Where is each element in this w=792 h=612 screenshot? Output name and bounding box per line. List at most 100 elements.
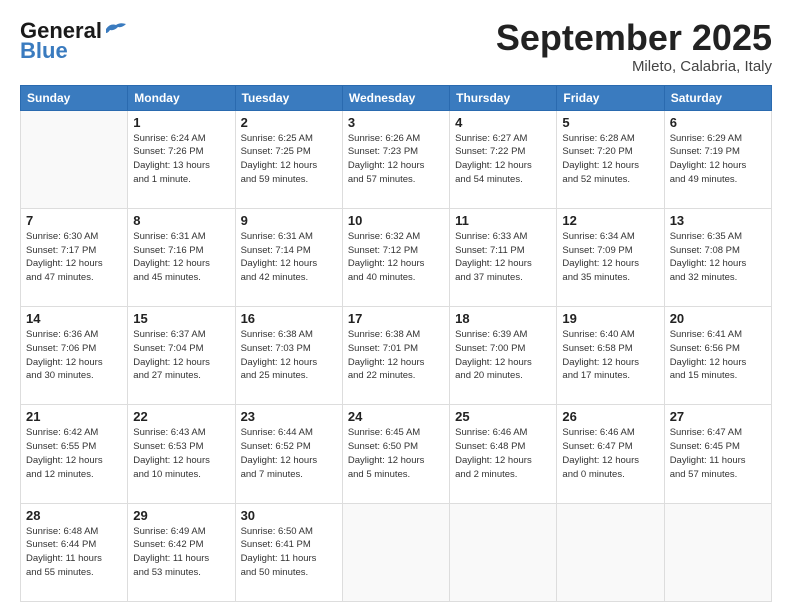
calendar-cell: 13Sunrise: 6:35 AM Sunset: 7:08 PM Dayli…	[664, 208, 771, 306]
calendar-week-row: 1 Sunrise: 6:24 AM Sunset: 7:26 PM Daylig…	[21, 110, 772, 208]
calendar-cell: 11 Sunrise: 6:33 AM Sunset: 7:11 PM Dayli…	[450, 208, 557, 306]
day-number: 22	[133, 409, 229, 424]
day-info: Sunrise: 6:26 AM Sunset: 7:23 PM Dayligh…	[348, 132, 444, 187]
calendar-cell: 14Sunrise: 6:36 AM Sunset: 7:06 PM Dayli…	[21, 307, 128, 405]
day-info: Sunrise: 6:24 AM Sunset: 7:26 PM Dayligh…	[133, 132, 229, 187]
day-info: Sunrise: 6:43 AM Sunset: 6:53 PM Dayligh…	[133, 426, 229, 481]
day-number: 19	[562, 311, 658, 326]
day-number: 11	[455, 213, 551, 228]
calendar-cell: 24Sunrise: 6:45 AM Sunset: 6:50 PM Dayli…	[342, 405, 449, 503]
day-number: 8	[133, 213, 229, 228]
day-info: Sunrise: 6:34 AM Sunset: 7:09 PM Dayligh…	[562, 230, 658, 285]
calendar-header-saturday: Saturday	[664, 85, 771, 110]
calendar-cell: 25 Sunrise: 6:46 AM Sunset: 6:48 PM Dayli…	[450, 405, 557, 503]
calendar-cell: 15Sunrise: 6:37 AM Sunset: 7:04 PM Dayli…	[128, 307, 235, 405]
day-number: 7	[26, 213, 122, 228]
day-number: 24	[348, 409, 444, 424]
calendar-header-friday: Friday	[557, 85, 664, 110]
day-info: Sunrise: 6:40 AM Sunset: 6:58 PM Dayligh…	[562, 328, 658, 383]
day-number: 30	[241, 508, 337, 523]
day-number: 2	[241, 115, 337, 130]
day-info: Sunrise: 6:38 AM Sunset: 7:01 PM Dayligh…	[348, 328, 444, 383]
calendar-week-row: 21Sunrise: 6:42 AM Sunset: 6:55 PM Dayli…	[21, 405, 772, 503]
day-number: 15	[133, 311, 229, 326]
day-number: 25	[455, 409, 551, 424]
calendar-cell: 26 Sunrise: 6:46 AM Sunset: 6:47 PM Dayli…	[557, 405, 664, 503]
calendar-header-row: SundayMondayTuesdayWednesdayThursdayFrid…	[21, 85, 772, 110]
calendar-cell	[21, 110, 128, 208]
calendar-cell: 22 Sunrise: 6:43 AM Sunset: 6:53 PM Dayli…	[128, 405, 235, 503]
calendar-cell: 7 Sunrise: 6:30 AM Sunset: 7:17 PM Daylig…	[21, 208, 128, 306]
calendar-cell: 9 Sunrise: 6:31 AM Sunset: 7:14 PM Daylig…	[235, 208, 342, 306]
day-number: 17	[348, 311, 444, 326]
day-number: 5	[562, 115, 658, 130]
calendar-cell: 30 Sunrise: 6:50 AM Sunset: 6:41 PM Dayli…	[235, 503, 342, 601]
calendar-cell: 17 Sunrise: 6:38 AM Sunset: 7:01 PM Dayli…	[342, 307, 449, 405]
calendar-cell: 12 Sunrise: 6:34 AM Sunset: 7:09 PM Dayli…	[557, 208, 664, 306]
subtitle: Mileto, Calabria, Italy	[496, 58, 772, 75]
day-info: Sunrise: 6:38 AM Sunset: 7:03 PM Dayligh…	[241, 328, 337, 383]
day-number: 28	[26, 508, 122, 523]
calendar-cell: 20Sunrise: 6:41 AM Sunset: 6:56 PM Dayli…	[664, 307, 771, 405]
day-info: Sunrise: 6:32 AM Sunset: 7:12 PM Dayligh…	[348, 230, 444, 285]
day-number: 13	[670, 213, 766, 228]
day-number: 6	[670, 115, 766, 130]
calendar-header-sunday: Sunday	[21, 85, 128, 110]
title-section: September 2025 Mileto, Calabria, Italy	[496, 18, 772, 75]
calendar-cell	[342, 503, 449, 601]
calendar-cell: 19 Sunrise: 6:40 AM Sunset: 6:58 PM Dayli…	[557, 307, 664, 405]
calendar-week-row: 7 Sunrise: 6:30 AM Sunset: 7:17 PM Daylig…	[21, 208, 772, 306]
day-info: Sunrise: 6:47 AM Sunset: 6:45 PM Dayligh…	[670, 426, 766, 481]
calendar-cell: 1 Sunrise: 6:24 AM Sunset: 7:26 PM Daylig…	[128, 110, 235, 208]
calendar-cell: 16 Sunrise: 6:38 AM Sunset: 7:03 PM Dayli…	[235, 307, 342, 405]
logo: General Blue	[20, 18, 126, 64]
day-number: 29	[133, 508, 229, 523]
header: General Blue September 2025 Mileto, Cala…	[20, 18, 772, 75]
day-number: 14	[26, 311, 122, 326]
day-number: 21	[26, 409, 122, 424]
day-info: Sunrise: 6:31 AM Sunset: 7:16 PM Dayligh…	[133, 230, 229, 285]
day-number: 10	[348, 213, 444, 228]
calendar-cell: 5Sunrise: 6:28 AM Sunset: 7:20 PM Daylig…	[557, 110, 664, 208]
calendar-table: SundayMondayTuesdayWednesdayThursdayFrid…	[20, 85, 772, 602]
day-number: 23	[241, 409, 337, 424]
page: General Blue September 2025 Mileto, Cala…	[0, 0, 792, 612]
calendar-cell	[450, 503, 557, 601]
day-number: 3	[348, 115, 444, 130]
calendar-header-thursday: Thursday	[450, 85, 557, 110]
calendar-cell: 6 Sunrise: 6:29 AM Sunset: 7:19 PM Daylig…	[664, 110, 771, 208]
calendar-cell	[557, 503, 664, 601]
calendar-header-monday: Monday	[128, 85, 235, 110]
calendar-cell: 29Sunrise: 6:49 AM Sunset: 6:42 PM Dayli…	[128, 503, 235, 601]
day-number: 12	[562, 213, 658, 228]
day-number: 1	[133, 115, 229, 130]
logo-bird-icon	[104, 21, 126, 37]
calendar-cell: 27Sunrise: 6:47 AM Sunset: 6:45 PM Dayli…	[664, 405, 771, 503]
calendar-header-wednesday: Wednesday	[342, 85, 449, 110]
day-info: Sunrise: 6:48 AM Sunset: 6:44 PM Dayligh…	[26, 525, 122, 580]
day-info: Sunrise: 6:25 AM Sunset: 7:25 PM Dayligh…	[241, 132, 337, 187]
calendar-cell: 8 Sunrise: 6:31 AM Sunset: 7:16 PM Daylig…	[128, 208, 235, 306]
day-number: 18	[455, 311, 551, 326]
calendar-cell: 3 Sunrise: 6:26 AM Sunset: 7:23 PM Daylig…	[342, 110, 449, 208]
day-number: 26	[562, 409, 658, 424]
day-info: Sunrise: 6:30 AM Sunset: 7:17 PM Dayligh…	[26, 230, 122, 285]
day-info: Sunrise: 6:46 AM Sunset: 6:47 PM Dayligh…	[562, 426, 658, 481]
day-info: Sunrise: 6:50 AM Sunset: 6:41 PM Dayligh…	[241, 525, 337, 580]
day-info: Sunrise: 6:29 AM Sunset: 7:19 PM Dayligh…	[670, 132, 766, 187]
day-number: 16	[241, 311, 337, 326]
day-number: 9	[241, 213, 337, 228]
calendar-week-row: 14Sunrise: 6:36 AM Sunset: 7:06 PM Dayli…	[21, 307, 772, 405]
calendar-cell: 21Sunrise: 6:42 AM Sunset: 6:55 PM Dayli…	[21, 405, 128, 503]
logo-blue: Blue	[20, 38, 68, 64]
day-info: Sunrise: 6:39 AM Sunset: 7:00 PM Dayligh…	[455, 328, 551, 383]
day-number: 4	[455, 115, 551, 130]
calendar-cell: 28 Sunrise: 6:48 AM Sunset: 6:44 PM Dayli…	[21, 503, 128, 601]
day-info: Sunrise: 6:33 AM Sunset: 7:11 PM Dayligh…	[455, 230, 551, 285]
calendar-header-tuesday: Tuesday	[235, 85, 342, 110]
day-number: 20	[670, 311, 766, 326]
day-info: Sunrise: 6:46 AM Sunset: 6:48 PM Dayligh…	[455, 426, 551, 481]
calendar-cell: 4 Sunrise: 6:27 AM Sunset: 7:22 PM Daylig…	[450, 110, 557, 208]
day-info: Sunrise: 6:27 AM Sunset: 7:22 PM Dayligh…	[455, 132, 551, 187]
day-info: Sunrise: 6:31 AM Sunset: 7:14 PM Dayligh…	[241, 230, 337, 285]
